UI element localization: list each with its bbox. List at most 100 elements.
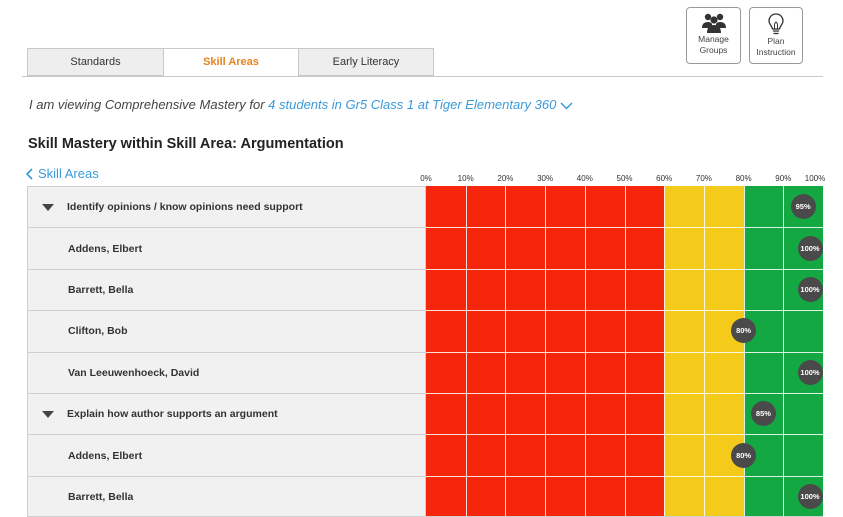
collapse-caret-icon[interactable] [42,203,54,211]
mastery-bar: 95% [426,186,823,228]
grid-line [664,268,666,311]
back-to-skill-areas-link[interactable]: Skill Areas [25,166,99,181]
student-row: Addens, Elbert 100% [27,227,823,269]
plan-instruction-button[interactable]: Plan Instruction [749,7,803,64]
page-title: Skill Mastery within Skill Area: Argumen… [28,136,344,152]
tab-early-literacy[interactable]: Early Literacy [298,48,434,76]
grid-line [505,268,507,311]
collapse-caret-icon[interactable] [42,410,54,418]
row-separator [426,434,823,436]
grid-line [783,434,785,476]
grid-line [624,268,626,311]
mastery-bar: 80% [426,310,823,352]
axis-tick: 70% [695,174,712,183]
grid-line [505,434,507,476]
student-name-cell[interactable]: Barrett, Bella [27,475,426,517]
grid-line [783,351,785,393]
grid-line [664,475,666,517]
axis-tick: 60% [656,174,673,183]
viewing-context: I am viewing Comprehensive Mastery for 4… [29,97,573,112]
skill-name: Explain how author supports an argument [67,408,278,421]
mastery-bar: 85% [426,392,823,435]
grid-line [584,227,586,269]
axis-tick: 30% [537,174,554,183]
grid-line [703,227,705,269]
grid-line [743,186,745,228]
student-group-selector[interactable]: 4 students in Gr5 Class 1 at Tiger Eleme… [268,97,573,112]
manage-groups-button[interactable]: Manage Groups [686,7,741,64]
student-name-cell[interactable]: Clifton, Bob [27,310,426,352]
grid-line [505,227,507,269]
grid-line [703,268,705,311]
student-name[interactable]: Addens, Elbert [68,450,142,462]
grid-line [584,392,586,435]
grid-line [703,392,705,435]
student-name[interactable]: Addens, Elbert [68,243,142,255]
tab-divider [22,76,823,77]
chevron-left-icon[interactable] [25,167,34,180]
grid-line [505,310,507,352]
grid-line [584,186,586,228]
student-name-cell[interactable]: Addens, Elbert [27,227,426,269]
back-link-label[interactable]: Skill Areas [38,166,99,181]
grid-line [584,475,586,517]
grid-line [545,227,547,269]
row-separator [426,227,823,229]
student-group-link[interactable]: 4 students in Gr5 Class 1 at Tiger Eleme… [268,97,556,112]
grid-line [545,268,547,311]
axis-tick: 80% [735,174,752,183]
axis-tick: 40% [576,174,593,183]
grid-line [465,392,467,435]
mastery-percent-badge: 100% [797,235,823,261]
tab-standards[interactable]: Standards [27,48,164,76]
grid-line [505,475,507,517]
student-name[interactable]: Clifton, Bob [68,325,127,337]
viewing-prefix: I am viewing Comprehensive Mastery for [29,97,265,112]
grid-line [664,351,666,393]
grid-line [505,351,507,393]
axis-tick: 90% [775,174,792,183]
mastery-bar: 80% [426,434,823,476]
student-name[interactable]: Van Leeuwenhoeck, David [68,367,199,379]
manage-groups-label: Manage Groups [698,34,729,55]
skill-row: Explain how author supports an argument 8… [27,392,823,435]
skill-name-cell: Identify opinions / know opinions need s… [27,186,426,228]
grid-line [743,475,745,517]
mastery-percent-badge: 100% [797,276,823,302]
chevron-down-icon[interactable] [560,102,573,110]
axis-tick: 100% [804,174,826,183]
student-row: Barrett, Bella 100% [27,268,823,311]
grid-line [664,186,666,228]
student-row: Barrett, Bella 100% [27,475,823,517]
row-separator [426,475,823,477]
row-separator [426,268,823,270]
axis-tick: 0% [420,174,432,183]
grid-line [545,351,547,393]
student-row: Clifton, Bob 80% [27,310,823,352]
plan-instruction-label: Plan Instruction [756,36,796,57]
student-name-cell[interactable]: Van Leeuwenhoeck, David [27,351,426,393]
grid-line [703,351,705,393]
grid-line [465,475,467,517]
mastery-percent-badge: 95% [790,194,816,220]
grid-line [624,475,626,517]
grid-line [703,434,705,476]
grid-line [703,186,705,228]
mastery-percent-badge: 100% [797,359,823,385]
grid-line [664,392,666,435]
grid-line [664,227,666,269]
student-name[interactable]: Barrett, Bella [68,491,133,503]
mastery-bar: 100% [426,475,823,517]
student-name-cell[interactable]: Addens, Elbert [27,434,426,476]
tab-skill-areas[interactable]: Skill Areas [163,48,299,76]
grid-line [624,227,626,269]
grid-line [545,310,547,352]
student-name[interactable]: Barrett, Bella [68,284,133,296]
mastery-percent-badge: 80% [731,442,757,468]
mastery-bar: 100% [426,227,823,269]
percent-axis: 0% 10% 20% 30% 40% 50% 60% 70% 80% 90% 100% [420,174,826,186]
mastery-bar: 100% [426,268,823,311]
student-name-cell[interactable]: Barrett, Bella [27,268,426,311]
grid-line [783,475,785,517]
grid-line [743,268,745,311]
